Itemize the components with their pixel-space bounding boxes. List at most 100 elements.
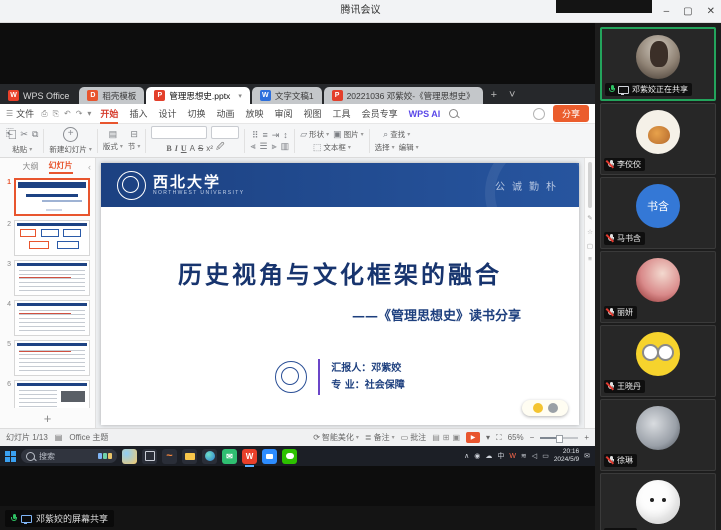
copy-icon[interactable]: ⧉ (32, 130, 38, 139)
task-view-icon[interactable] (142, 449, 157, 464)
view-read-button[interactable]: ▣ (452, 433, 460, 442)
file-menu[interactable]: ☰ 文件 (6, 107, 34, 120)
layout-dropdown[interactable]: 版式▾ (103, 141, 123, 152)
canvas-scrollbar[interactable] (588, 162, 592, 208)
menu-item-insert[interactable]: 插入 (127, 106, 149, 121)
play-slideshow-button[interactable]: ▶ (466, 432, 480, 443)
close-button[interactable]: ✕ (707, 6, 715, 17)
mail-app-icon[interactable]: ✉ (222, 449, 237, 464)
fullscreen-icon[interactable]: ⛶ (496, 433, 502, 443)
tab-writer-document[interactable]: W 文字文稿1 (252, 87, 322, 104)
menu-item-view[interactable]: 视图 (302, 106, 324, 121)
slide-thumbnail[interactable]: 4 (2, 300, 90, 336)
menu-item-wps-ai[interactable]: WPS AI (407, 108, 443, 120)
tray-cloud-icon[interactable]: ☁ (485, 452, 492, 460)
participant-tile[interactable]: 王晓丹 (600, 325, 716, 397)
new-slide-icon[interactable]: + (63, 127, 78, 142)
participant-tile[interactable]: 钟琦 (600, 473, 716, 530)
search-icon[interactable] (449, 109, 458, 118)
undo-icon[interactable]: ↶ (64, 109, 71, 119)
slide-thumbnail[interactable]: 6 (2, 380, 90, 408)
bullets-icon[interactable]: ⠿ (252, 131, 259, 140)
select-dropdown[interactable]: 选择▾ (375, 142, 395, 153)
new-slide-button[interactable]: 新建幻灯片▾ (49, 144, 92, 155)
participant-tile[interactable]: 书含 马书含 (600, 177, 716, 249)
wechat-app-icon[interactable] (282, 449, 297, 464)
menu-item-review[interactable]: 审阅 (273, 106, 295, 121)
participant-tile[interactable]: 邓紫姣正在共享 (600, 27, 716, 101)
panel-tool-icon[interactable]: ▢ (587, 242, 593, 250)
align-center-icon[interactable]: ☰ (260, 142, 268, 151)
cooperation-icon[interactable] (533, 108, 545, 120)
notes-button[interactable]: ≣备注▾ (365, 432, 395, 443)
tab-docer[interactable]: D 稻壳模板 (79, 87, 144, 104)
tray-browser-icon[interactable]: ◉ (474, 452, 480, 460)
more-tools-icon[interactable]: ≡ (588, 256, 592, 263)
menu-item-transition[interactable]: 切换 (185, 106, 207, 121)
tray-expand-icon[interactable]: ∧ (464, 452, 469, 460)
cut-icon[interactable]: ✂ (20, 130, 28, 139)
bold-button[interactable]: B (166, 144, 171, 153)
slide-thumbnail[interactable]: 1 (2, 178, 90, 216)
slides-tab[interactable]: 幻灯片 (49, 160, 73, 174)
find-dropdown[interactable]: ⌕查找▾ (383, 129, 410, 140)
zoom-out-button[interactable]: − (530, 433, 535, 442)
edge-browser-icon[interactable] (202, 449, 217, 464)
align-right-icon[interactable]: ⫸ (272, 142, 277, 151)
play-options-caret-icon[interactable]: ▾ (486, 433, 490, 442)
pen-tool-icon[interactable]: ✎ (587, 214, 592, 222)
meeting-app-icon[interactable] (262, 449, 277, 464)
widgets-icon[interactable] (122, 449, 137, 464)
paste-button[interactable]: 粘贴▾ (12, 144, 32, 155)
print-icon[interactable]: ⎘ (53, 109, 59, 119)
redo-icon[interactable]: ↷ (76, 109, 83, 119)
tab-list-caret-icon[interactable]: ˅ (503, 89, 521, 104)
volume-icon[interactable]: ◁ (532, 452, 537, 460)
paste-icon[interactable]: ⎗ (6, 126, 16, 142)
strikethrough-button[interactable]: S (198, 144, 203, 153)
participant-tile[interactable]: 李佼佼 (600, 103, 716, 175)
numbering-icon[interactable]: ≡ (262, 131, 267, 140)
underline-button[interactable]: U (181, 144, 187, 153)
edit-dropdown[interactable]: 编辑▾ (399, 142, 419, 153)
file-explorer-icon[interactable] (182, 449, 197, 464)
picture-dropdown[interactable]: ▣图片▾ (333, 129, 364, 140)
comments-button[interactable]: ▭批注 (401, 432, 427, 443)
italic-button[interactable]: I (175, 144, 178, 153)
participant-tile[interactable]: 丽妍 (600, 251, 716, 323)
minimize-button[interactable]: – (664, 6, 670, 17)
tab-other-presentation[interactable]: P 20221036 邓紫姣-《管理思想史》 (324, 87, 483, 104)
zoom-slider[interactable] (540, 437, 578, 439)
menu-item-tools[interactable]: 工具 (331, 106, 353, 121)
slide-thumbnail[interactable]: 2 (2, 220, 90, 256)
columns-icon[interactable]: ▥ (281, 142, 290, 151)
superscript-button[interactable]: x² (206, 144, 213, 153)
assistant-icon[interactable] (533, 403, 543, 413)
menu-item-slideshow[interactable]: 放映 (244, 106, 266, 121)
save-icon[interactable]: ⎙ (41, 109, 47, 119)
taskbar-search[interactable]: 搜索 (21, 449, 117, 463)
font-size-select[interactable] (211, 126, 239, 139)
maximize-button[interactable]: ▢ (683, 6, 692, 17)
helper-icon[interactable] (548, 403, 558, 413)
notification-icon[interactable]: ✉ (584, 452, 590, 460)
line-spacing-icon[interactable]: ↕ (283, 131, 288, 140)
tray-wps-icon[interactable]: W (509, 453, 516, 460)
outline-tab[interactable]: 大纲 (23, 161, 39, 172)
wps-app-icon[interactable]: W (242, 449, 257, 464)
ime-icon[interactable]: 中 (497, 451, 504, 461)
slide-thumbnail[interactable]: 3 (2, 260, 90, 296)
tab-active-document[interactable]: P 管理思想史.pptx ▾ (146, 87, 249, 104)
font-family-select[interactable] (151, 126, 207, 139)
section-dropdown[interactable]: 节▾ (128, 141, 141, 152)
menu-item-member[interactable]: 会员专享 (360, 106, 400, 121)
slide-thumbnail[interactable]: 5 (2, 340, 90, 376)
beautify-button[interactable]: ⟳智能美化▾ (313, 432, 359, 443)
taskbar-clock[interactable]: 20:16 2024/5/9 (554, 448, 579, 464)
view-sorter-button[interactable]: ⊞ (443, 433, 450, 442)
indent-icon[interactable]: ⇥ (272, 131, 280, 140)
quick-access-caret-icon[interactable]: ▾ (87, 109, 91, 119)
align-left-icon[interactable]: ⫷ (250, 142, 255, 151)
slide[interactable]: 西北大学 NORTHWEST UNIVERSITY 公诚勤朴 历史视角与文化框架… (101, 163, 579, 425)
highlight-button[interactable]: 🖉 (216, 141, 225, 155)
